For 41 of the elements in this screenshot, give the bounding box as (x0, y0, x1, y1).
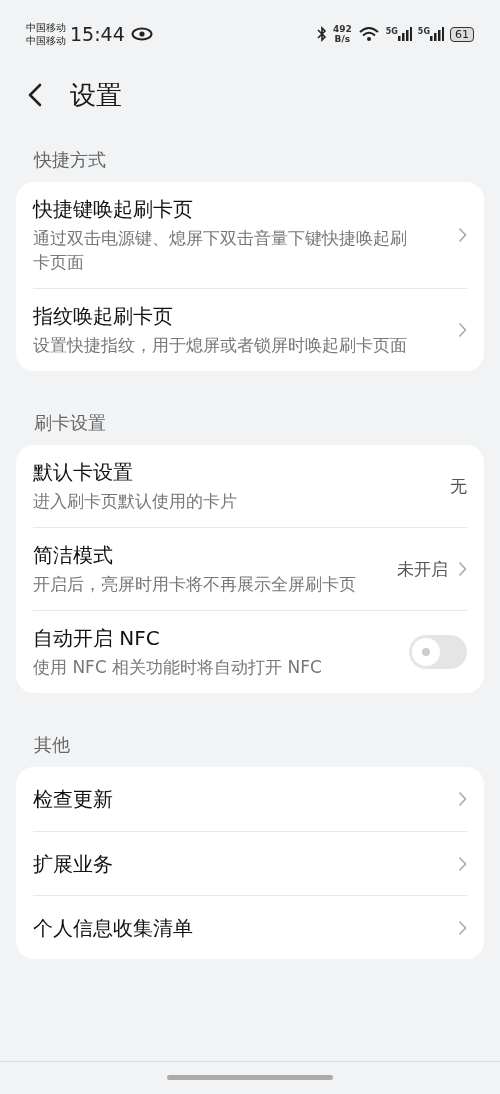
setting-title: 自动开启 NFC (33, 625, 161, 651)
chevron-icon (458, 919, 467, 936)
carrier-name: 中国移动 (26, 34, 66, 47)
section-header: 刷卡设置 (33, 411, 107, 435)
setting-description: 开启后，亮屏时用卡将不再展示全屏刷卡页 (33, 573, 357, 596)
chevron-icon (458, 561, 467, 577)
setting-title: 默认卡设置 (33, 459, 134, 485)
chevron-icon (458, 322, 467, 338)
network-type: 5G (417, 27, 430, 36)
eye-icon (130, 27, 153, 41)
section-header: 其他 (33, 733, 71, 757)
battery-level: 61 (450, 26, 474, 42)
back-icon (28, 83, 42, 107)
setting-description: 使用 NFC 相关功能时将自动打开 NFC (33, 656, 323, 679)
setting-title: 个人信息收集清单 (33, 914, 194, 941)
carrier-name: 中国移动 (26, 21, 66, 34)
setting-value: 未开启 (397, 557, 448, 581)
home-indicator[interactable] (167, 1075, 333, 1080)
page-title: 设置 (70, 78, 122, 112)
setting-title: 快捷键唤起刷卡页 (33, 196, 194, 222)
toggle-switch[interactable] (409, 635, 467, 669)
chevron-icon (458, 855, 467, 872)
setting-title: 扩展业务 (33, 850, 114, 877)
chevron-icon (458, 791, 467, 807)
setting-value: 无 (450, 474, 467, 498)
network-speed: 492 (332, 24, 352, 34)
setting-title: 简洁模式 (33, 542, 114, 568)
signal-icon (397, 27, 412, 41)
section-header: 快捷方式 (32, 148, 107, 172)
bluetooth-icon (316, 26, 327, 42)
network-speed: B/s (334, 34, 351, 44)
setting-description: 通过双击电源键、熄屏下双击音量下键快捷唤起刷卡页面 (33, 227, 408, 274)
wifi-icon (357, 26, 380, 42)
chevron-icon (458, 227, 467, 243)
setting-description: 进入刷卡页默认使用的卡片 (33, 490, 238, 513)
clock-time: 15:44 (70, 23, 125, 45)
setting-title: 指纹唤起刷卡页 (33, 303, 174, 329)
setting-title: 检查更新 (33, 786, 114, 812)
signal-icon (430, 27, 444, 41)
setting-description: 设置快捷指纹，用于熄屏或者锁屏时唤起刷卡页面 (33, 334, 408, 357)
network-type: 5G (385, 27, 398, 36)
